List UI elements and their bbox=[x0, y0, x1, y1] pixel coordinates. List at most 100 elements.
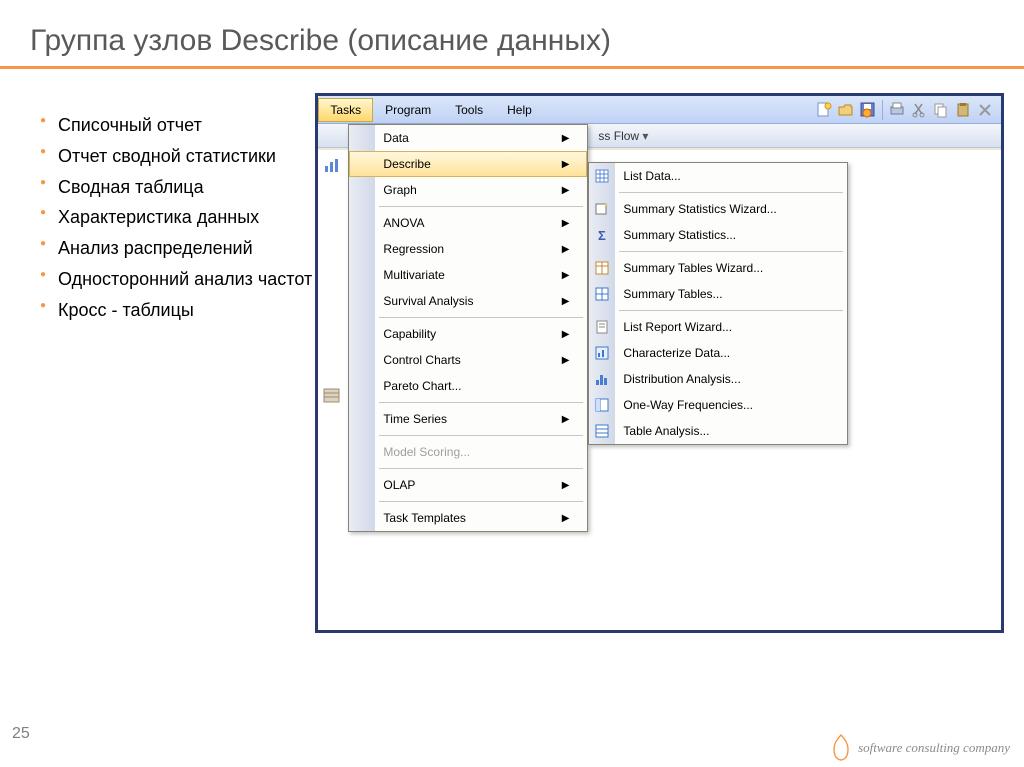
menu-item-label: ANOVA bbox=[383, 216, 424, 230]
cut-icon[interactable] bbox=[909, 100, 929, 120]
tasks-item-olap[interactable]: OLAP▶ bbox=[349, 472, 587, 498]
paste-icon[interactable] bbox=[953, 100, 973, 120]
submenu-item-label: Summary Tables... bbox=[623, 287, 722, 301]
table-icon bbox=[592, 167, 612, 185]
menu-item-label: Model Scoring... bbox=[383, 445, 470, 459]
submenu-item-label: Characterize Data... bbox=[623, 346, 730, 360]
submenu-arrow-icon: ▶ bbox=[562, 414, 570, 425]
tasks-item-multivariate[interactable]: Multivariate ▶ bbox=[349, 262, 587, 288]
describe-item-summary-statistics-wizard[interactable]: Summary Statistics Wizard... bbox=[589, 196, 847, 222]
submenu-arrow-icon: ▶ bbox=[562, 133, 570, 144]
save-icon[interactable] bbox=[858, 100, 878, 120]
menu-separator bbox=[379, 317, 583, 318]
menu-item-label: OLAP bbox=[383, 478, 415, 492]
bullet-item: Односторонний анализ частот bbox=[40, 265, 315, 294]
copy-icon[interactable] bbox=[931, 100, 951, 120]
tasks-item-control-charts[interactable]: Control Charts ▶ bbox=[349, 347, 587, 373]
submenu-item-label: Table Analysis... bbox=[623, 424, 709, 438]
dropdown-arrow-icon: ▾ bbox=[642, 129, 648, 143]
describe-item-one-way-frequencies[interactable]: One-Way Frequencies... bbox=[589, 392, 847, 418]
tasks-item-anova[interactable]: ANOVA▶ bbox=[349, 210, 587, 236]
tasks-item-graph[interactable]: Graph ▶ bbox=[349, 177, 587, 203]
tasks-item-model-scoring: Model Scoring... bbox=[349, 439, 587, 465]
menu-separator bbox=[379, 468, 583, 469]
menu-item-label: Capability bbox=[383, 327, 436, 341]
tasks-item-capability[interactable]: Capability ▶ bbox=[349, 321, 587, 347]
menu-item-label: Survival Analysis bbox=[383, 294, 473, 308]
toolbar bbox=[808, 96, 1001, 124]
menu-item-help[interactable]: Help bbox=[495, 98, 544, 122]
submenu-item-label: One-Way Frequencies... bbox=[623, 398, 753, 412]
menu-separator bbox=[379, 435, 583, 436]
menu-item-label: Task Templates bbox=[383, 511, 465, 525]
footer-brand: software consulting company bbox=[830, 733, 1010, 763]
submenu-arrow-icon: ▶ bbox=[562, 355, 570, 366]
describe-item-table-analysis[interactable]: Table Analysis... bbox=[589, 418, 847, 444]
menu-item-label: Data bbox=[383, 131, 408, 145]
tasks-item-task-templates[interactable]: Task Templates ▶ bbox=[349, 505, 587, 531]
char-icon bbox=[592, 344, 612, 362]
tablew-icon bbox=[592, 259, 612, 277]
new-icon[interactable] bbox=[814, 100, 834, 120]
report-icon bbox=[592, 318, 612, 336]
menu-item-label: Time Series bbox=[383, 412, 447, 426]
menu-item-label: Graph bbox=[383, 183, 416, 197]
menu-item-tasks[interactable]: Tasks bbox=[318, 98, 373, 122]
menu-separator bbox=[379, 402, 583, 403]
submenu-item-label: Distribution Analysis... bbox=[623, 372, 740, 386]
tasks-item-pareto-chart[interactable]: Pareto Chart... bbox=[349, 373, 587, 399]
tablea-icon bbox=[592, 422, 612, 440]
title-underline bbox=[0, 66, 1024, 69]
submenu-arrow-icon: ▶ bbox=[562, 329, 570, 340]
grid-panel-icon[interactable] bbox=[322, 386, 342, 406]
tasks-dropdown: Data▶Describe▶Graph▶ANOVA▶Regression▶Mul… bbox=[348, 124, 588, 532]
describe-item-list-data[interactable]: List Data... bbox=[589, 163, 847, 189]
menu-item-label: Describe bbox=[383, 157, 430, 171]
submenu-item-label: List Data... bbox=[623, 169, 680, 183]
tasks-item-time-series[interactable]: Time Series ▶ bbox=[349, 406, 587, 432]
table2-icon bbox=[592, 285, 612, 303]
delete-icon[interactable] bbox=[975, 100, 995, 120]
print-icon[interactable] bbox=[887, 100, 907, 120]
hist-icon bbox=[592, 370, 612, 388]
chart-panel-icon[interactable] bbox=[322, 156, 342, 176]
menu-item-program[interactable]: Program bbox=[373, 98, 443, 122]
bullet-item: Списочный отчет bbox=[40, 111, 315, 140]
bullet-item: Отчет сводной статистики bbox=[40, 142, 315, 171]
submenu-arrow-icon: ▶ bbox=[562, 270, 570, 281]
tasks-item-data[interactable]: Data ▶ bbox=[349, 125, 587, 151]
menu-separator bbox=[619, 251, 843, 252]
footer-text: software consulting company bbox=[858, 740, 1010, 756]
app-window: TasksProgramToolsHelp ss Flow ▾ Data▶Des… bbox=[315, 93, 1004, 633]
tasks-item-survival-analysis[interactable]: Survival Analysis ▶ bbox=[349, 288, 587, 314]
tasks-item-describe[interactable]: Describe ▶ bbox=[349, 151, 587, 177]
freq-icon bbox=[592, 396, 612, 414]
submenu-arrow-icon: ▶ bbox=[562, 513, 570, 524]
tasks-item-regression[interactable]: Regression▶ bbox=[349, 236, 587, 262]
brand-icon bbox=[830, 733, 852, 763]
bullet-item: Анализ распределений bbox=[40, 234, 315, 263]
describe-item-characterize-data[interactable]: Characterize Data... bbox=[589, 340, 847, 366]
slide-number: 25 bbox=[12, 725, 30, 743]
describe-item-distribution-analysis[interactable]: Distribution Analysis... bbox=[589, 366, 847, 392]
describe-item-summary-tables-wizard[interactable]: Summary Tables Wizard... bbox=[589, 255, 847, 281]
describe-item-list-report-wizard[interactable]: List Report Wizard... bbox=[589, 314, 847, 340]
menu-item-label: Regression bbox=[383, 242, 444, 256]
bullet-item: Характеристика данных bbox=[40, 203, 315, 232]
slide-title: Группа узлов Describe (описание данных) bbox=[0, 0, 1024, 66]
submenu-arrow-icon: ▶ bbox=[562, 185, 570, 196]
describe-item-summary-tables[interactable]: Summary Tables... bbox=[589, 281, 847, 307]
menu-item-label: Pareto Chart... bbox=[383, 379, 461, 393]
menu-item-tools[interactable]: Tools bbox=[443, 98, 495, 122]
describe-item-summary-statistics[interactable]: Σ Summary Statistics... bbox=[589, 222, 847, 248]
menu-item-label: Control Charts bbox=[383, 353, 460, 367]
bullet-list: Списочный отчетОтчет сводной статистикиС… bbox=[40, 93, 315, 633]
svg-text:Σ: Σ bbox=[598, 228, 606, 243]
submenu-arrow-icon: ▶ bbox=[562, 296, 570, 307]
submenu-arrow-icon: ▶ bbox=[562, 159, 570, 170]
open-icon[interactable] bbox=[836, 100, 856, 120]
bullet-item: Сводная таблица bbox=[40, 173, 315, 202]
submenu-item-label: Summary Tables Wizard... bbox=[623, 261, 763, 275]
submenu-item-label: Summary Statistics... bbox=[623, 228, 736, 242]
menu-item-label: Multivariate bbox=[383, 268, 444, 282]
